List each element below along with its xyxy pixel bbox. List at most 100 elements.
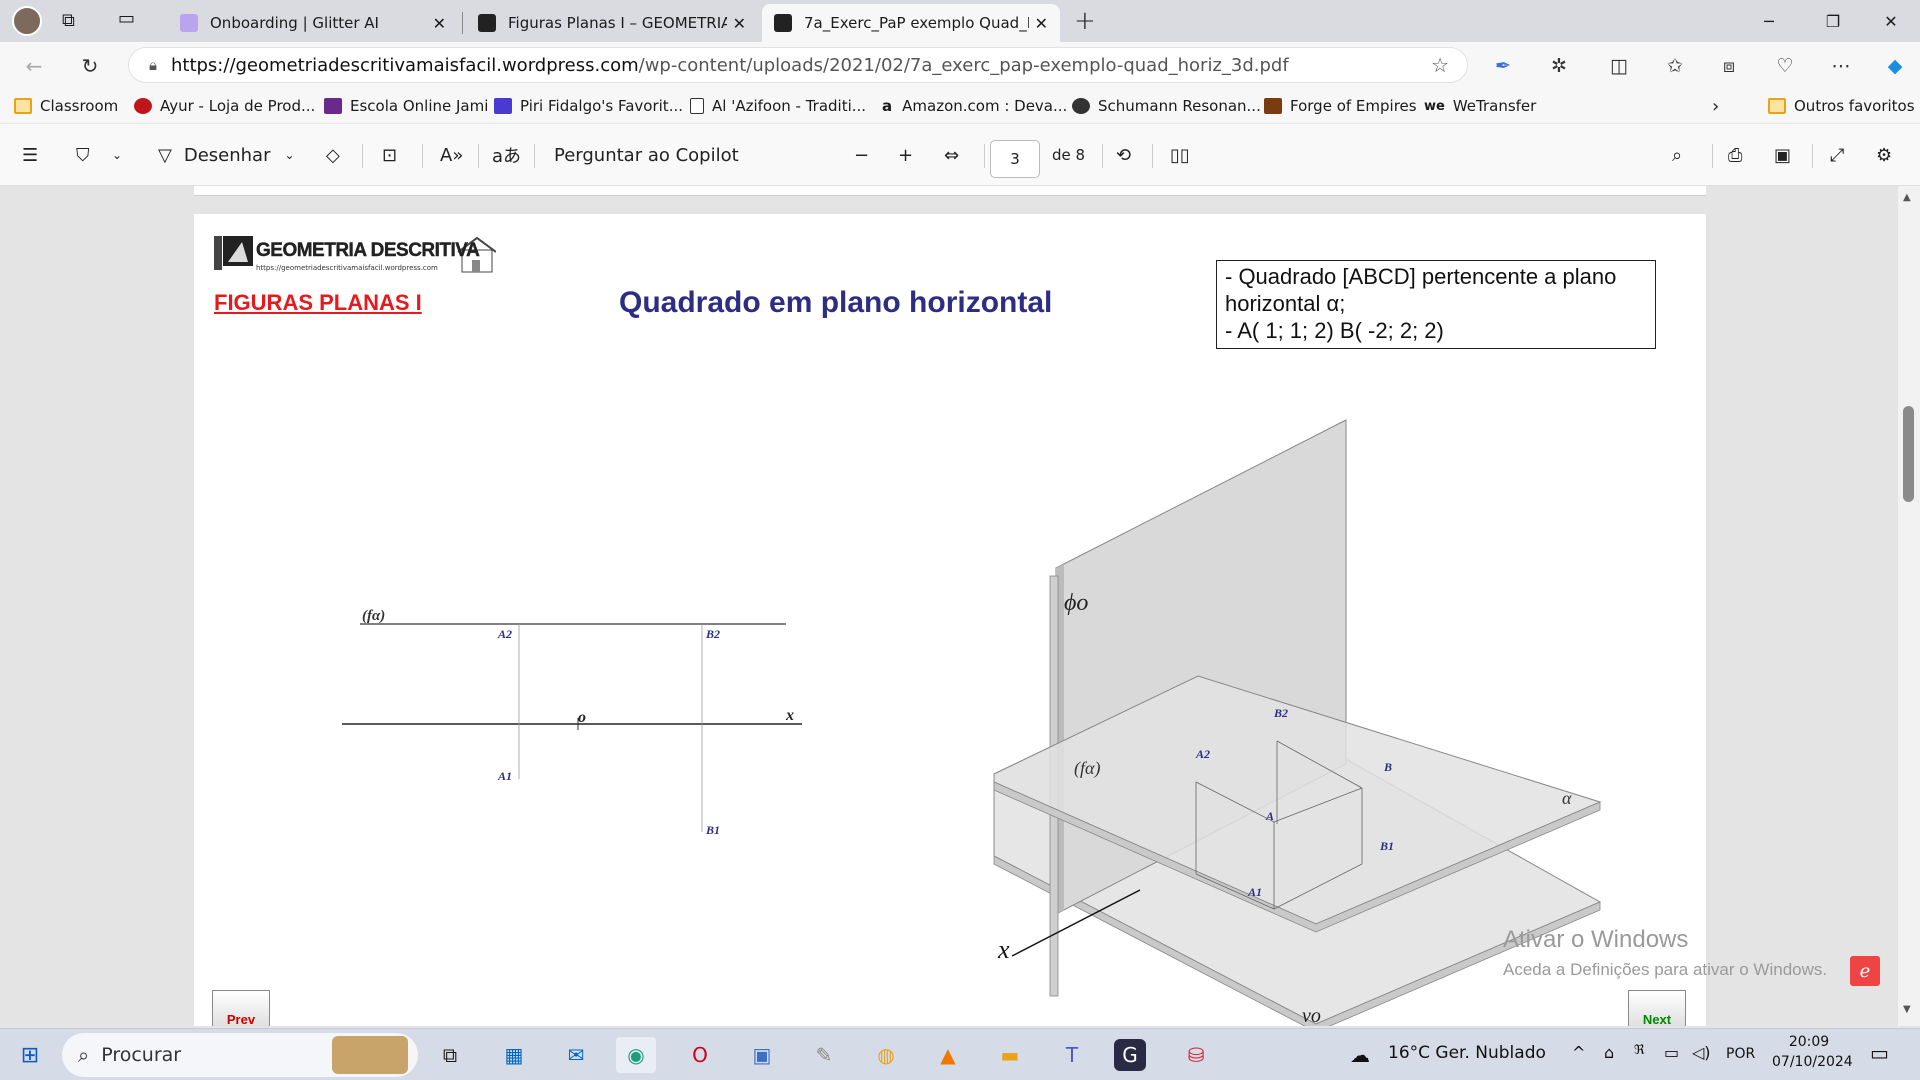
- windows-start-icon[interactable]: ⊞: [10, 1037, 50, 1073]
- fullscreen-icon[interactable]: ⤢: [1830, 140, 1844, 170]
- scroll-up-icon[interactable]: ▲: [1903, 192, 1911, 203]
- extensions-icon[interactable]: ✲: [1544, 51, 1574, 81]
- chevron-down-icon[interactable]: ⌄: [112, 140, 122, 170]
- store-icon[interactable]: ▦: [494, 1037, 534, 1073]
- zoom-out-icon[interactable]: −: [854, 140, 869, 170]
- vertical-scrollbar[interactable]: ▲ ▼: [1898, 186, 1920, 1026]
- favorite-other-folder[interactable]: Outros favoritos: [1768, 94, 1915, 118]
- favorite-forge[interactable]: Forge of Empires: [1264, 94, 1417, 118]
- close-tab-icon[interactable]: ✕: [1035, 14, 1048, 33]
- volume-icon[interactable]: ◁): [1692, 1043, 1711, 1062]
- save-icon[interactable]: ▣: [1774, 140, 1791, 170]
- collections-icon[interactable]: ⧈: [1714, 51, 1744, 81]
- highlight-icon[interactable]: ⛉: [76, 140, 90, 170]
- close-tab-icon[interactable]: ✕: [433, 14, 446, 33]
- vlc-icon[interactable]: ▲: [928, 1037, 968, 1073]
- file-explorer-icon[interactable]: ▬: [990, 1037, 1030, 1073]
- taskbar-search[interactable]: ⌕ Procurar: [62, 1033, 418, 1077]
- copilot-icon[interactable]: ◆: [1880, 51, 1910, 81]
- b2-label: B2: [705, 627, 720, 641]
- notifications-icon[interactable]: ▭: [1870, 1041, 1889, 1065]
- page-number-input[interactable]: 3: [990, 140, 1040, 178]
- translate-icon[interactable]: aあ: [492, 140, 521, 170]
- acrobat-icon[interactable]: ⛁: [1176, 1037, 1216, 1073]
- next-button[interactable]: Next: [1628, 990, 1686, 1026]
- geometria-favicon-icon: [478, 14, 496, 32]
- read-aloud-icon[interactable]: A»: [440, 140, 463, 170]
- folder-icon: [1768, 98, 1786, 114]
- prev-button[interactable]: Prev: [212, 990, 270, 1026]
- text-box-icon[interactable]: ⊡: [382, 140, 397, 170]
- reload-icon[interactable]: ↻: [74, 50, 106, 82]
- tab-pdf-active[interactable]: 7a_Exerc_PaP exemplo Quad_Hori ✕: [762, 4, 1060, 42]
- clock[interactable]: 20:09 07/10/2024: [1772, 1034, 1853, 1070]
- ime-icon[interactable]: ℜ: [1634, 1043, 1645, 1058]
- settings-gear-icon[interactable]: ⚙: [1876, 140, 1892, 170]
- draw-button[interactable]: ▽ Desenhar ⌄: [158, 140, 295, 170]
- pdf-viewer[interactable]: GEOMETRIA DESCRITIVA https://geometriade…: [0, 186, 1920, 1026]
- read-aloud-icon[interactable]: ✒: [1488, 51, 1518, 81]
- more-menu-icon[interactable]: ⋯: [1826, 51, 1856, 81]
- favorite-amazon[interactable]: a Amazon.com : Deva...: [882, 94, 1067, 118]
- favorite-wetransfer[interactable]: we WeTransfer: [1424, 94, 1536, 118]
- meet-icon[interactable]: ⌂: [1604, 1043, 1614, 1062]
- fit-width-icon[interactable]: ⇔: [944, 140, 959, 170]
- favorite-escola[interactable]: Escola Online Jami: [324, 94, 488, 118]
- opera-icon[interactable]: O: [680, 1037, 720, 1073]
- favorite-piri[interactable]: Piri Fidalgo's Favorit...: [494, 94, 683, 118]
- edge-icon[interactable]: ◉: [616, 1037, 656, 1073]
- search-icon[interactable]: ⌕: [1672, 140, 1682, 170]
- vertical-tabs-icon[interactable]: ▭: [118, 8, 135, 29]
- favorite-azifoon[interactable]: Al 'Azifoon - Traditi...: [690, 94, 866, 118]
- teams-icon[interactable]: T: [1052, 1037, 1092, 1073]
- workspaces-icon[interactable]: ⧉: [62, 10, 75, 31]
- print-icon[interactable]: ⎙: [1728, 140, 1742, 170]
- scroll-thumb[interactable]: [1903, 406, 1914, 502]
- zoom-in-icon[interactable]: +: [898, 140, 913, 170]
- lock-icon[interactable]: 🔒︎: [149, 56, 157, 74]
- language-indicator[interactable]: POR: [1726, 1046, 1755, 1062]
- back-arrow-icon[interactable]: ←: [18, 50, 50, 82]
- url-field[interactable]: 🔒︎ https://geometriadescritivamaisfacil.…: [128, 47, 1468, 83]
- weather-icon[interactable]: ☁: [1350, 1043, 1370, 1067]
- ask-copilot-button[interactable]: Perguntar ao Copilot: [554, 140, 739, 170]
- tab-figuras-planas[interactable]: Figuras Planas I – GEOMETRIA DE ✕: [466, 4, 758, 42]
- favorite-star-icon[interactable]: ☆: [1431, 53, 1449, 77]
- b2-3d-label: B2: [1273, 706, 1288, 720]
- epure-2d: (fα) A2 B2 o x A1 B1: [342, 608, 802, 837]
- network-icon[interactable]: ▭: [1664, 1043, 1679, 1062]
- paint-icon[interactable]: ✎: [804, 1037, 844, 1073]
- restore-icon[interactable]: ❐: [1804, 0, 1862, 42]
- f-alpha-3d-label: (fα): [1074, 758, 1100, 779]
- glitter-favicon-icon: [180, 14, 198, 32]
- favorite-classroom[interactable]: Classroom: [14, 94, 118, 118]
- close-window-icon[interactable]: ✕: [1862, 0, 1920, 42]
- chevron-right-icon[interactable]: ›: [1712, 94, 1719, 118]
- task-view-icon[interactable]: ⧉: [430, 1037, 470, 1073]
- watermark-title: Ativar o Windows: [1503, 926, 1689, 953]
- glitter-app-icon[interactable]: G: [1114, 1039, 1146, 1071]
- split-screen-icon[interactable]: ◫: [1604, 51, 1634, 81]
- new-tab-button[interactable]: +: [1074, 6, 1096, 36]
- scroll-down-icon[interactable]: ▼: [1903, 1004, 1911, 1015]
- eraser-icon[interactable]: ◇: [326, 140, 340, 170]
- minimize-icon[interactable]: ─: [1740, 0, 1798, 42]
- close-tab-icon[interactable]: ✕: [733, 14, 746, 33]
- rotate-icon[interactable]: ⟲: [1116, 140, 1131, 170]
- favorite-ayur[interactable]: Ayur - Loja de Prod...: [134, 94, 315, 118]
- photos-icon[interactable]: ▣: [742, 1037, 782, 1073]
- favorites-icon[interactable]: ✩: [1660, 51, 1690, 81]
- a-3d-label: A: [1265, 809, 1274, 823]
- browser-essentials-icon[interactable]: ♡: [1770, 51, 1800, 81]
- profile-avatar[interactable]: [12, 6, 42, 36]
- tab-glitter[interactable]: Onboarding | Glitter AI ✕: [168, 4, 458, 42]
- acrobat-badge-icon[interactable]: ℯ: [1850, 956, 1880, 986]
- weather-text[interactable]: 16°C Ger. Nublado: [1388, 1043, 1546, 1063]
- tray-chevron-icon[interactable]: ^: [1572, 1043, 1585, 1062]
- vpn-icon[interactable]: ◍: [866, 1037, 906, 1073]
- favorite-schumann[interactable]: Schumann Resonan...: [1072, 94, 1261, 118]
- mail-icon[interactable]: ✉: [556, 1037, 596, 1073]
- previous-page-edge: [194, 186, 1706, 196]
- contents-icon[interactable]: ☰: [22, 140, 38, 170]
- page-view-icon[interactable]: ▯▯: [1170, 140, 1190, 170]
